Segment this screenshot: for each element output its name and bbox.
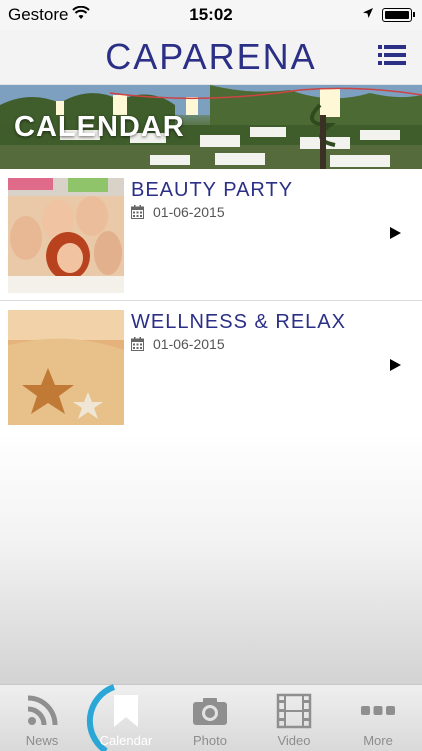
empty-area bbox=[0, 432, 422, 684]
battery-icon bbox=[382, 8, 412, 22]
page-title: CALENDAR bbox=[14, 111, 185, 143]
tab-bar: News Calendar Photo Video More bbox=[0, 684, 422, 751]
list-menu-icon[interactable] bbox=[378, 44, 406, 66]
status-bar: Gestore 15:02 bbox=[0, 0, 422, 30]
tab-photo[interactable]: Photo bbox=[168, 685, 252, 751]
camera-icon bbox=[193, 698, 227, 725]
tab-calendar[interactable]: Calendar bbox=[84, 685, 168, 751]
tab-label: Photo bbox=[193, 733, 227, 748]
event-thumbnail bbox=[8, 178, 124, 293]
more-icon bbox=[361, 706, 395, 715]
list-item[interactable]: BEAUTY PARTY 01-06-2015 bbox=[0, 169, 422, 301]
event-list: BEAUTY PARTY 01-06-2015 WELLNESS & RELAX bbox=[0, 169, 422, 433]
app-header: CAPARENA bbox=[0, 30, 422, 85]
brand-logo: CAPARENA bbox=[105, 36, 317, 77]
film-icon bbox=[276, 693, 312, 729]
play-arrow-icon[interactable] bbox=[390, 227, 401, 239]
tab-label: Video bbox=[277, 733, 311, 748]
rss-icon bbox=[27, 695, 58, 726]
battery-tip bbox=[413, 12, 415, 17]
location-arrow-icon bbox=[363, 8, 373, 18]
tab-more[interactable]: More bbox=[336, 685, 420, 751]
play-arrow-icon[interactable] bbox=[390, 359, 401, 371]
clock: 15:02 bbox=[189, 5, 233, 24]
tab-label: News bbox=[25, 733, 59, 748]
event-date: 01-06-2015 bbox=[153, 204, 225, 220]
tab-label: Calendar bbox=[99, 733, 153, 748]
bookmark-icon bbox=[114, 695, 138, 727]
event-title: WELLNESS & RELAX bbox=[131, 311, 346, 333]
calendar-icon bbox=[131, 337, 144, 351]
list-item[interactable]: WELLNESS & RELAX 01-06-2015 bbox=[0, 301, 422, 433]
hero-banner: CALENDAR bbox=[0, 85, 422, 169]
tab-news[interactable]: News bbox=[0, 685, 84, 751]
tab-video[interactable]: Video bbox=[252, 685, 336, 751]
event-date: 01-06-2015 bbox=[153, 336, 225, 352]
event-thumbnail bbox=[8, 310, 124, 425]
event-title: BEAUTY PARTY bbox=[131, 179, 294, 201]
calendar-icon bbox=[131, 205, 144, 219]
tab-label: More bbox=[363, 733, 393, 748]
